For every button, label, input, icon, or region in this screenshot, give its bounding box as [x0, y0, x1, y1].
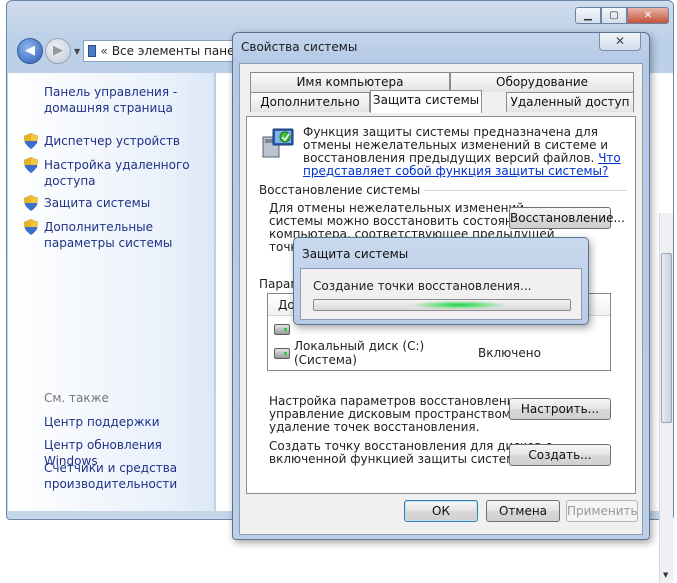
- marquee-progress-bar: [313, 299, 571, 311]
- system-restore-button[interactable]: Восстановление...: [509, 207, 625, 229]
- sidebar-item-system-protection[interactable]: Защита системы: [24, 195, 212, 211]
- vertical-scrollbar[interactable]: ▼: [659, 213, 673, 583]
- system-protection-progress-dialog: Защита системы Создание точки восстановл…: [293, 237, 589, 325]
- tasks-pane: Панель управления - домашняя страница Ди…: [8, 73, 215, 511]
- tab-remote[interactable]: Удаленный доступ: [506, 92, 634, 112]
- address-bar[interactable]: « Все элементы панел: [83, 40, 244, 62]
- sidebar-item-label: Настройка удаленного доступа: [44, 158, 190, 188]
- apply-button[interactable]: Применить: [566, 500, 638, 522]
- scroll-down-icon[interactable]: ▼: [663, 571, 668, 579]
- sidebar-item-label: Диспетчер устройств: [44, 134, 181, 148]
- uac-shield-icon: [24, 219, 38, 235]
- drive-name: Локальный диск (C:) (Система): [294, 339, 425, 367]
- progress-message: Создание точки восстановления...: [313, 279, 532, 293]
- sidebar-item-label: Защита системы: [44, 196, 151, 210]
- tab-system-protection[interactable]: Защита системы: [370, 90, 482, 113]
- create-description-2: включенной функцией защиты системы.: [269, 452, 529, 466]
- address-text: Все элементы панел: [111, 44, 243, 58]
- dialog-close-button[interactable]: ✕: [599, 33, 641, 51]
- see-also-action-center[interactable]: Центр поддержки: [44, 414, 214, 430]
- minimize-icon[interactable]: ▁: [575, 7, 601, 24]
- drive-protection-status: Включено: [478, 346, 541, 360]
- forward-button[interactable]: ▶: [45, 38, 71, 64]
- uac-shield-icon: [24, 195, 38, 211]
- list-item[interactable]: [274, 324, 600, 335]
- maximize-icon[interactable]: ▢: [601, 7, 627, 24]
- configure-button[interactable]: Настроить...: [509, 398, 611, 420]
- breadcrumb-chevron[interactable]: «: [100, 44, 107, 58]
- drive-icon: [274, 324, 290, 335]
- uac-shield-icon: [24, 157, 38, 173]
- list-item[interactable]: Локальный диск (C:) (Система) Включено: [274, 339, 600, 367]
- system-protection-intro: Функция защиты системы предназначена для…: [303, 126, 623, 178]
- progress-marquee-glow: [414, 301, 504, 309]
- control-panel-icon: [88, 45, 97, 57]
- system-protection-icon: [262, 128, 294, 158]
- create-restore-point-button[interactable]: Создать...: [509, 444, 611, 466]
- dialog-title: Свойства системы: [241, 40, 358, 54]
- ok-button[interactable]: ОК: [404, 500, 478, 522]
- control-panel-home-link[interactable]: Панель управления - домашняя страница: [44, 84, 204, 116]
- see-also-performance-tools[interactable]: Счетчики и средства производительности: [44, 460, 214, 492]
- drive-icon: [274, 347, 290, 359]
- see-also-heading: См. также: [44, 391, 109, 405]
- tab-hardware[interactable]: Оборудование: [450, 72, 634, 92]
- scrollbar-thumb[interactable]: [661, 253, 672, 423]
- restore-group-label: Восстановление системы: [259, 183, 425, 197]
- configure-description-3: удаление точек восстановления.: [269, 420, 480, 434]
- cancel-button[interactable]: Отмена: [486, 500, 560, 522]
- window-caption-buttons: ▁ ▢ ✕: [575, 7, 669, 24]
- intro-text: Функция защиты системы предназначена для…: [303, 125, 609, 165]
- back-button[interactable]: ◀: [17, 38, 43, 64]
- sidebar-item-advanced-settings[interactable]: Дополнительные параметры системы: [24, 219, 212, 251]
- progress-dialog-body: Создание точки восстановления...: [300, 268, 582, 320]
- history-dropdown-icon[interactable]: ▼: [74, 47, 80, 56]
- tab-computer-name[interactable]: Имя компьютера: [250, 72, 450, 92]
- sidebar-item-label: Дополнительные параметры системы: [44, 220, 173, 250]
- navigation-bar: ◀ ▶ ▼ « Все элементы панел: [17, 38, 244, 64]
- uac-shield-icon: [24, 133, 38, 149]
- close-icon[interactable]: ✕: [627, 7, 669, 24]
- sidebar-item-device-manager[interactable]: Диспетчер устройств: [24, 133, 212, 149]
- tab-advanced[interactable]: Дополнительно: [250, 92, 370, 112]
- sidebar-item-remote-settings[interactable]: Настройка удаленного доступа: [24, 157, 212, 189]
- progress-dialog-title: Защита системы: [302, 247, 409, 261]
